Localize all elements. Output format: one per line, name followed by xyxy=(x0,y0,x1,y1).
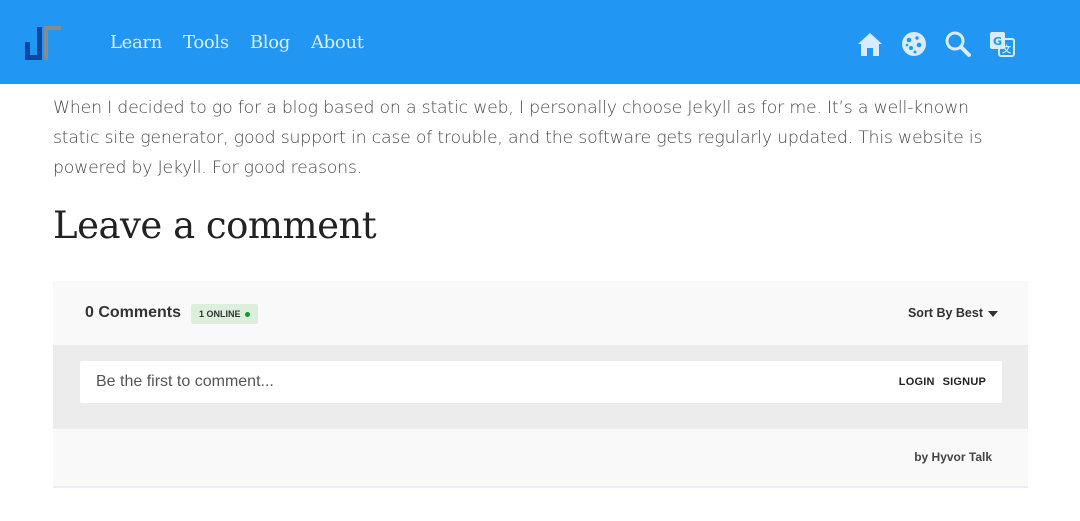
comment-input[interactable] xyxy=(80,361,856,403)
intro-paragraph: When I decided to go for a blog based on… xyxy=(53,98,983,178)
nav-tools[interactable]: Tools xyxy=(183,32,229,53)
search-icon[interactable] xyxy=(944,30,972,58)
translate-icon[interactable]: G 文 xyxy=(988,30,1016,58)
cookie-icon[interactable] xyxy=(900,30,928,58)
svg-text:G: G xyxy=(993,35,1002,48)
sort-dropdown[interactable]: Sort By Best xyxy=(908,306,998,320)
login-button[interactable]: LOGIN xyxy=(899,376,935,388)
comment-input-area: LOGIN SIGNUP xyxy=(53,345,1028,429)
sort-label: Sort By Best xyxy=(907,306,983,320)
caret-down-icon xyxy=(988,311,998,317)
nav-blog[interactable]: Blog xyxy=(250,32,290,53)
powered-by-link[interactable]: by Hyvor Talk xyxy=(914,450,992,464)
comment-widget: 0 Comments 1 ONLINE Sort By Best LOGIN S… xyxy=(53,281,1028,488)
comment-count: 0 Comments xyxy=(85,304,182,321)
comment-heading: Leave a comment xyxy=(53,204,377,247)
header-icons: G 文 xyxy=(856,30,1016,58)
comment-box: LOGIN SIGNUP xyxy=(80,361,1002,403)
online-label: 1 ONLINE xyxy=(199,309,241,319)
home-icon[interactable] xyxy=(856,30,884,58)
main-nav: Learn Tools Blog About xyxy=(110,0,385,84)
signup-button[interactable]: SIGNUP xyxy=(943,376,986,388)
site-logo[interactable] xyxy=(22,24,62,62)
online-badge: 1 ONLINE xyxy=(191,304,258,324)
nav-about[interactable]: About xyxy=(311,32,364,53)
svg-text:文: 文 xyxy=(1001,44,1012,56)
nav-learn[interactable]: Learn xyxy=(110,32,162,53)
top-header: Learn Tools Blog About G 文 xyxy=(0,0,1080,84)
online-dot-icon xyxy=(244,311,250,317)
auth-links: LOGIN SIGNUP xyxy=(891,361,986,403)
comment-widget-header: 0 Comments 1 ONLINE Sort By Best xyxy=(53,281,1028,345)
